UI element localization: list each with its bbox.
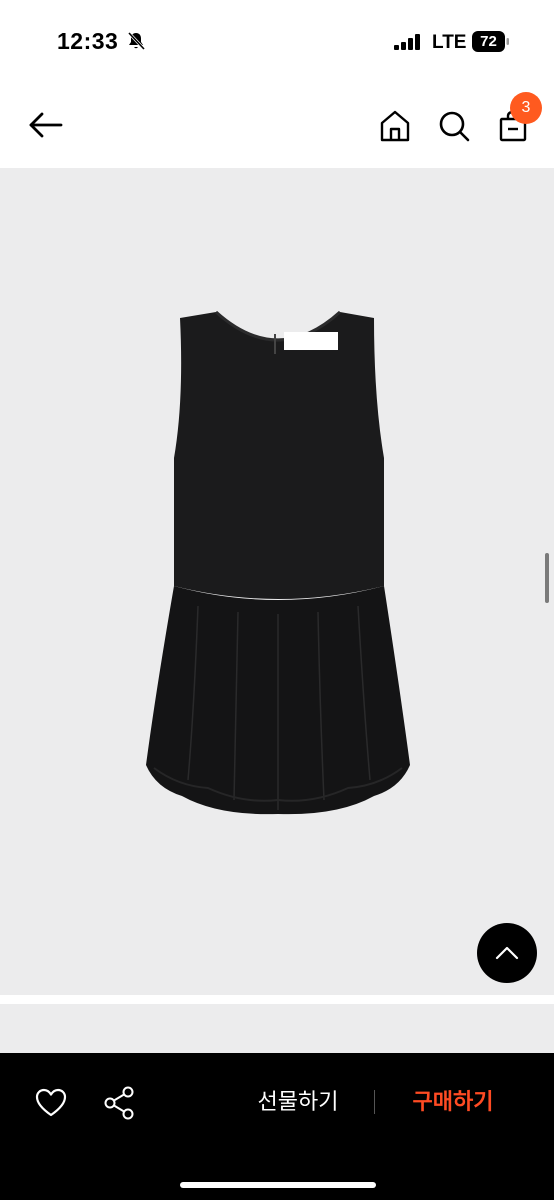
action-divider: [374, 1090, 375, 1114]
cart-count-badge: 3: [510, 92, 542, 124]
battery-level: 72: [480, 33, 497, 50]
share-icon[interactable]: [103, 1086, 135, 1120]
scroll-indicator[interactable]: [545, 553, 549, 603]
search-icon[interactable]: [437, 109, 471, 143]
status-time: 12:33: [57, 28, 119, 54]
bell-off-icon: [127, 31, 146, 51]
back-arrow-icon[interactable]: [28, 110, 64, 140]
image-thumbnail-strip: [0, 1004, 554, 1054]
signal-icon: [394, 34, 420, 50]
home-indicator: [180, 1182, 376, 1188]
chevron-up-icon: [495, 946, 519, 960]
home-icon[interactable]: [378, 109, 412, 143]
product-dress-image: [146, 310, 410, 815]
gift-button[interactable]: 선물하기: [240, 1085, 356, 1121]
network-type: LTE: [432, 32, 467, 53]
bottom-action-bar: [0, 1053, 554, 1200]
scroll-to-top-button[interactable]: [477, 923, 537, 983]
heart-icon[interactable]: [35, 1088, 67, 1118]
buy-button[interactable]: 구매하기: [396, 1085, 510, 1121]
